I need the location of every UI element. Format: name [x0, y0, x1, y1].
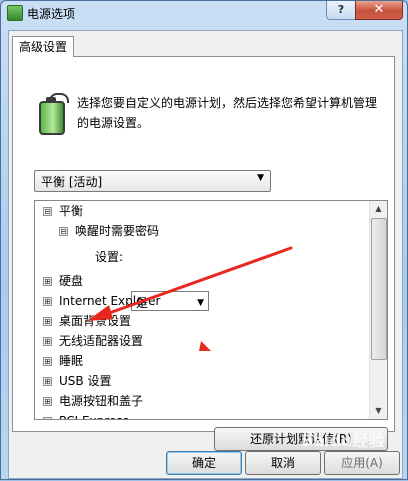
help-button[interactable]: ? [326, 1, 356, 20]
expand-icon[interactable]: ⊞ [43, 417, 52, 419]
tree-item-label: PCI Express [59, 411, 129, 419]
window-title: 电源选项 [27, 7, 76, 21]
collapse-icon[interactable]: ⊟ [43, 207, 52, 216]
power-options-icon [7, 5, 23, 21]
scroll-up-icon[interactable]: ▲ [371, 201, 386, 217]
power-plan-select[interactable]: 平衡 [活动] ▼ [34, 170, 271, 192]
scroll-down-icon[interactable]: ▼ [371, 403, 386, 419]
chevron-down-icon: ▼ [197, 298, 204, 308]
ok-button[interactable]: 确定 [166, 451, 242, 475]
setting-label: 设置: [95, 250, 124, 264]
tree-item-label: 平衡 [59, 204, 84, 218]
tab-advanced-settings[interactable]: 高级设置 [12, 36, 75, 57]
tree-item-label: 唤醒时需要密码 [75, 224, 160, 238]
scroll-thumb[interactable] [371, 218, 387, 360]
dialog-client-area: 高级设置 选择您要自定义的电源计划，然后选择您希望计算机管理的电源设置。 平衡 … [8, 30, 403, 479]
tree-item-label: 无线适配器设置 [59, 334, 144, 348]
tree-item-label: 电源按钮和盖子 [59, 394, 144, 408]
description-text: 选择您要自定义的电源计划，然后选择您希望计算机管理的电源设置。 [77, 96, 378, 130]
chevron-down-icon: ▼ [257, 173, 264, 183]
power-options-window: 电源选项 ? ✕ 高级设置 选择您要自定义的电源计划，然后选择您希望计算机管理的… [0, 0, 408, 480]
expand-icon[interactable]: ⊞ [43, 377, 52, 386]
tree-item-label: Internet Explorer [59, 294, 161, 308]
title-bar[interactable]: 电源选项 ? ✕ [1, 1, 407, 25]
expand-icon[interactable]: ⊞ [43, 317, 52, 326]
close-button[interactable]: ✕ [355, 1, 403, 20]
tree-item-label: 桌面背景设置 [59, 314, 132, 328]
tree-item-label: 睡眠 [59, 354, 84, 368]
expand-icon[interactable]: ⊞ [43, 337, 52, 346]
cancel-button[interactable]: 取消 [245, 451, 321, 475]
settings-tree[interactable]: ⊟ 平衡 ⊟ 唤醒时需要密码 设置: 是 ▼ ⊞ 硬盘 ⊞ Internet E… [34, 200, 388, 420]
vertical-scrollbar[interactable]: ▲ ▼ [369, 201, 387, 419]
watermark-logo: Baidu经验 [301, 431, 385, 450]
expand-icon[interactable]: ⊞ [43, 357, 52, 366]
battery-power-icon [35, 93, 69, 135]
expand-icon[interactable]: ⊞ [43, 277, 52, 286]
collapse-icon[interactable]: ⊟ [59, 227, 68, 236]
apply-button[interactable]: 应用(A) [324, 451, 400, 475]
expand-icon[interactable]: ⊞ [43, 397, 52, 406]
tab-panel: 选择您要自定义的电源计划，然后选择您希望计算机管理的电源设置。 平衡 [活动] … [12, 56, 395, 451]
power-plan-value: 平衡 [活动] [41, 175, 103, 189]
tree-item-label: USB 设置 [59, 374, 112, 388]
tree-item-setting: 设置: 是 ▼ [35, 241, 369, 311]
expand-icon[interactable]: ⊞ [43, 297, 52, 306]
tree-item-label: 硬盘 [59, 274, 84, 288]
